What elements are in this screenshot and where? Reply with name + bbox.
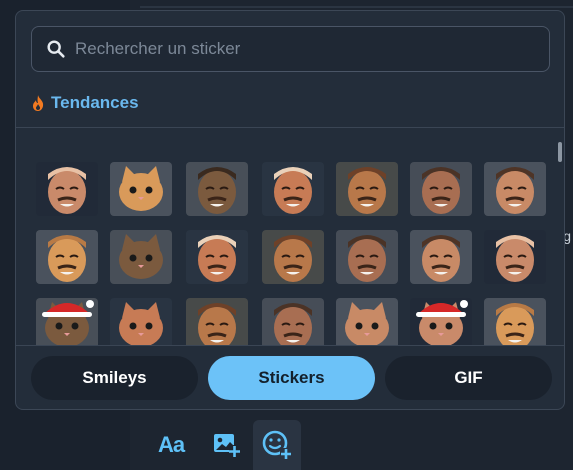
search-icon <box>47 40 65 58</box>
sticker-man-pointing[interactable] <box>34 228 100 286</box>
trending-section-header: Tendances <box>31 93 139 113</box>
tab-smileys-label: Smileys <box>82 368 147 387</box>
picker-tab-bar: Smileys Stickers GIF <box>16 345 564 409</box>
sticker-man-mustache[interactable] <box>482 160 548 218</box>
image-add-icon <box>214 434 240 457</box>
sticker-cat-santa-candy[interactable] <box>408 296 474 345</box>
background-divider <box>140 6 573 8</box>
sticker-man-beanie-covering-face[interactable] <box>34 160 100 218</box>
sticker-man-face-closeup[interactable] <box>408 160 474 218</box>
text-format-label: Aa <box>157 432 185 457</box>
tab-stickers[interactable]: Stickers <box>208 356 375 400</box>
sticker-man-smirk-cigarette[interactable] <box>334 228 400 286</box>
tab-stickers-label: Stickers <box>258 368 325 387</box>
sticker-add-icon <box>262 430 292 460</box>
sticker-man-mustache-costume[interactable] <box>184 228 250 286</box>
message-toolbar <box>130 414 573 470</box>
search-box[interactable] <box>31 26 550 72</box>
sticker-laughing-mustache-man[interactable] <box>482 228 548 286</box>
sticker-grid <box>16 128 564 345</box>
section-title: Tendances <box>51 93 139 112</box>
sticker-man-smiling-closeup[interactable] <box>334 160 400 218</box>
sticker-cat-glasses[interactable] <box>108 296 174 345</box>
sticker-picker-panel: Tendances Smileys Stickers GIF <box>15 10 565 410</box>
sticker-laughing-man-head[interactable] <box>482 296 548 345</box>
sticker-man-pointing-finger[interactable] <box>260 296 326 345</box>
tab-gif[interactable]: GIF <box>385 356 552 400</box>
text-format-button[interactable]: Aa <box>147 420 195 470</box>
sticker-mask-rabbit-man[interactable] <box>408 228 474 286</box>
sticker-cat-staring[interactable] <box>108 160 174 218</box>
search-input[interactable] <box>73 38 549 60</box>
tab-smileys[interactable]: Smileys <box>31 356 198 400</box>
sticker-cat-santa-hat[interactable] <box>34 296 100 345</box>
sticker-cat-pointing[interactable] <box>108 228 174 286</box>
sticker-man-laughing-vintage[interactable] <box>184 160 250 218</box>
sticker-laughing-man[interactable] <box>260 160 326 218</box>
tab-gif-label: GIF <box>454 368 483 387</box>
sticker-cat-face[interactable] <box>334 296 400 345</box>
sticker-creature-face[interactable] <box>184 296 250 345</box>
fire-icon <box>33 95 44 111</box>
scrollbar-thumb[interactable] <box>558 142 562 162</box>
add-image-button[interactable] <box>203 420 251 470</box>
sticker-man-hand-on-face[interactable] <box>260 228 326 286</box>
add-sticker-button[interactable] <box>253 420 301 470</box>
